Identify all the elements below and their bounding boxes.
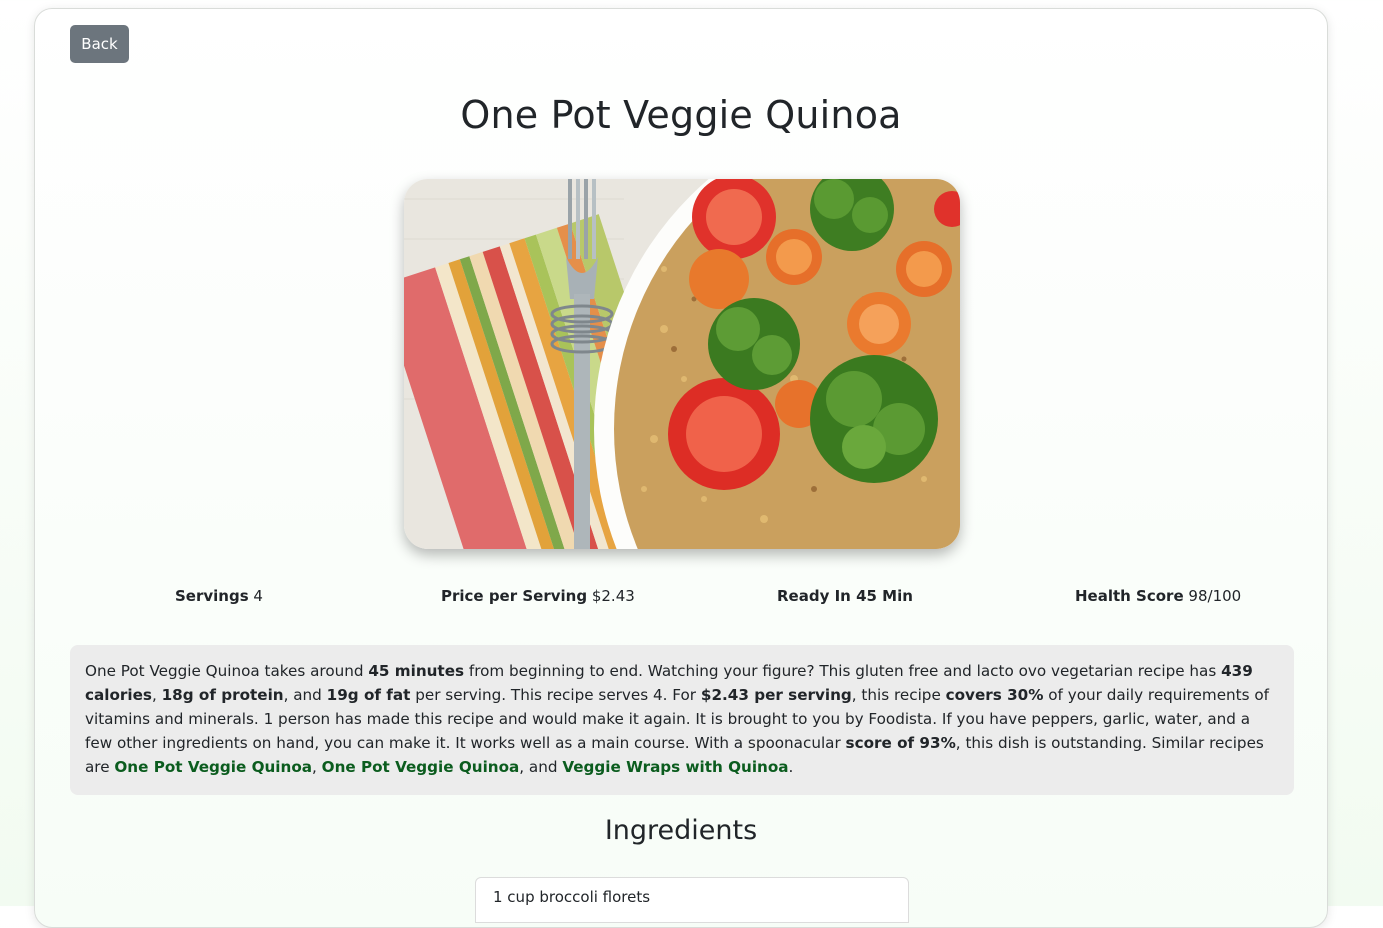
- summary-text: ,: [312, 758, 322, 776]
- summary-bold: 45 minutes: [368, 662, 465, 680]
- summary-text: , and: [283, 686, 327, 704]
- recipe-image: [404, 179, 960, 549]
- health-value: 98/100: [1188, 587, 1242, 605]
- ready-label: Ready In 45 Min: [777, 587, 913, 605]
- summary-bold: covers 30%: [945, 686, 1044, 704]
- price-label: Price per Serving: [441, 587, 588, 605]
- similar-recipe-link[interactable]: One Pot Veggie Quinoa: [322, 758, 520, 776]
- recipe-card: Back One Pot Veggie Quinoa Servings 4 Pr…: [34, 8, 1328, 928]
- ingredients-heading: Ingredients: [604, 815, 758, 846]
- ready-stat: Ready In 45 Min: [777, 587, 913, 605]
- summary-text: .: [788, 758, 794, 776]
- servings-value: 4: [253, 587, 263, 605]
- summary-text: per serving. This recipe serves 4. For: [410, 686, 701, 704]
- ingredient-item: 1 cup broccoli florets: [475, 877, 909, 923]
- summary-text: One Pot Veggie Quinoa takes around: [85, 662, 369, 680]
- recipe-stats: Servings 4 Price per Serving $2.43 Ready…: [35, 587, 1327, 611]
- summary-text: , this recipe: [851, 686, 946, 704]
- price-value: $2.43: [591, 587, 635, 605]
- back-button[interactable]: Back: [70, 25, 129, 63]
- price-stat: Price per Serving $2.43: [441, 587, 635, 605]
- summary-bold: score of 93%: [845, 734, 956, 752]
- health-stat: Health Score 98/100: [1075, 587, 1241, 605]
- similar-recipe-link[interactable]: Veggie Wraps with Quinoa: [562, 758, 788, 776]
- recipe-title: One Pot Veggie Quinoa: [460, 93, 902, 137]
- ingredients-list: 1 cup broccoli florets: [475, 877, 909, 923]
- servings-stat: Servings 4: [175, 587, 263, 605]
- summary-bold: 18g of protein: [161, 686, 284, 704]
- summary-text: from beginning to end. Watching your fig…: [464, 662, 1222, 680]
- servings-label: Servings: [175, 587, 249, 605]
- summary-bold: 19g of fat: [326, 686, 411, 704]
- similar-recipe-link[interactable]: One Pot Veggie Quinoa: [114, 758, 312, 776]
- health-label: Health Score: [1075, 587, 1184, 605]
- summary-text: ,: [151, 686, 162, 704]
- summary-text: , and: [519, 758, 563, 776]
- summary-bold: $2.43 per serving: [700, 686, 852, 704]
- recipe-summary: One Pot Veggie Quinoa takes around 45 mi…: [70, 645, 1294, 795]
